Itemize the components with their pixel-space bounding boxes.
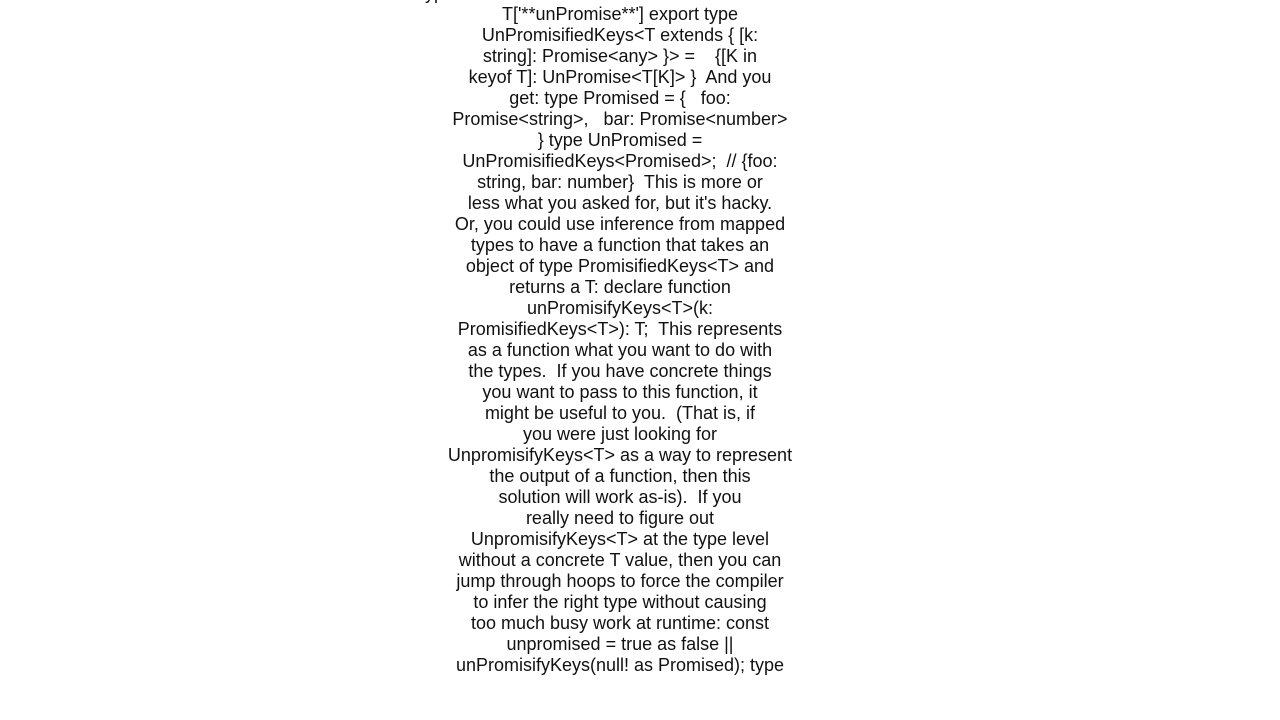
text-line: UnPromisifiedKeys<Promised>; // {foo: (462, 151, 778, 171)
text-line: Or, you could use inference from mapped (454, 214, 786, 234)
text-line: PromisifiedKeys<T>): T; This represents (457, 319, 783, 339)
text-line: jump through hoops to force the compiler (456, 571, 784, 591)
text-line: object of type PromisifiedKeys<T> and (465, 256, 775, 276)
text-line: keyof T]: UnPromise<T[K]> } And you (468, 67, 772, 87)
answer-text: type UnPromise<T> = T extends Promise<in… (420, 0, 820, 678)
text-line: to infer the right type without causing (473, 592, 767, 612)
text-line: string]: Promise<any> }> = {[K in (482, 46, 758, 66)
text-line: without a concrete T value, then you can (458, 550, 782, 570)
text-line: the types. If you have concrete things (468, 361, 772, 381)
text-line: really need to figure out (525, 508, 715, 528)
text-line: UnPromisifiedKeys<T extends { [k: (481, 25, 759, 45)
text-line: UnpromisifyKeys<T> as a way to represent (447, 445, 793, 465)
text-line: might be useful to you. (That is, if (484, 403, 756, 423)
text-line: unpromised = true as false || (506, 634, 734, 654)
text-line: Promise<string>, bar: Promise<number> (452, 109, 788, 129)
text-line: returns a T: declare function (509, 277, 731, 297)
text-line: the output of a function, then this (489, 466, 751, 486)
text-line: less what you asked for, but it's hacky. (467, 193, 773, 213)
text-line: T['**unPromise**'] export type (502, 4, 738, 24)
document-viewport: type UnPromise<T> = T extends Promise<in… (420, 0, 820, 678)
text-line: unPromisifyKeys(null! as Promised); type (455, 655, 785, 675)
text-line: string, bar: number} This is more or (477, 172, 763, 192)
text-line: you were just looking for (522, 424, 718, 444)
text-line: } type UnPromised = (537, 130, 703, 150)
text-line: as a function what you want to do with (467, 340, 773, 360)
text-line: unPromisifyKeys<T>(k: (526, 298, 714, 318)
text-line: UnpromisedKeys = typeof unpromised; // .… (420, 676, 820, 678)
text-line: types to have a function that takes an (470, 235, 770, 255)
text-line: solution will work as-is). If you (498, 487, 742, 507)
text-line: UnpromisifyKeys<T> at the type level (470, 529, 770, 549)
text-line: too much busy work at runtime: const (470, 613, 770, 633)
text-line: get: type Promised = { foo: (509, 88, 731, 108)
text-line: you want to pass to this function, it (482, 382, 758, 402)
